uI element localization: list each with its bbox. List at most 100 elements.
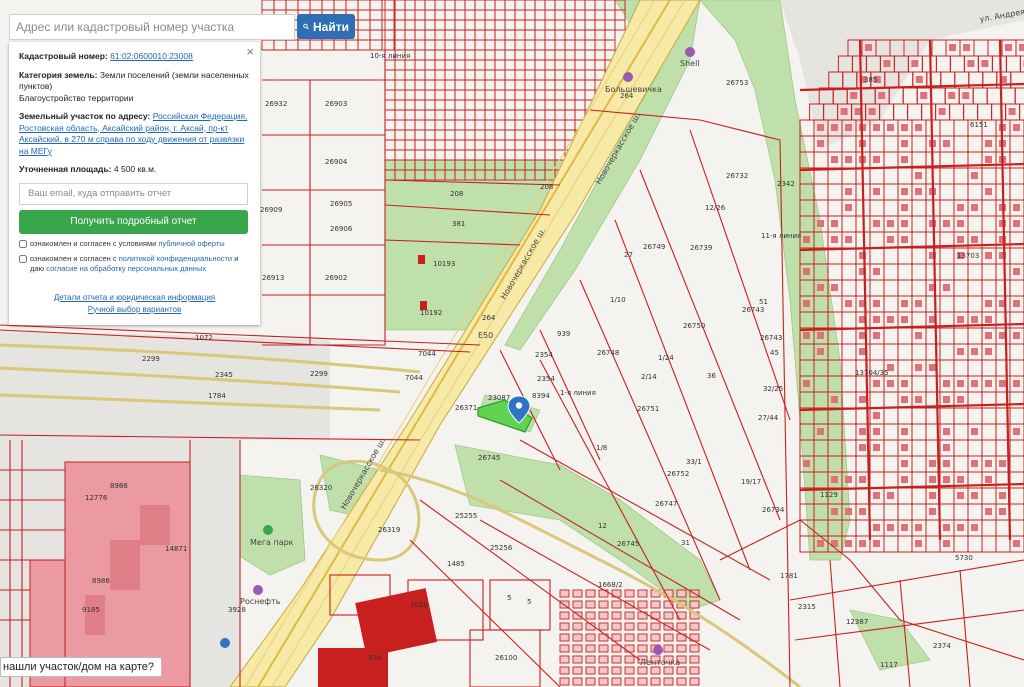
house-footprint bbox=[873, 188, 880, 195]
cadastral-number-link[interactable]: 61:02:0600010:23008 bbox=[110, 51, 193, 61]
house-footprint bbox=[873, 156, 880, 163]
house-footprint bbox=[859, 428, 866, 435]
parcel-number: 19/17 bbox=[741, 478, 761, 486]
house-footprint bbox=[845, 300, 852, 307]
consent-offer-checkbox[interactable] bbox=[19, 239, 27, 248]
parcel-number: 51 bbox=[759, 298, 768, 306]
house-footprint bbox=[845, 204, 852, 211]
parcel-number: 8394 bbox=[532, 392, 550, 400]
house-footprint bbox=[831, 396, 838, 403]
building-footprint bbox=[572, 655, 583, 664]
parcel-number: 9185 bbox=[82, 606, 100, 614]
building-footprint bbox=[572, 600, 583, 609]
parcel-number: 1-я линия bbox=[560, 389, 596, 397]
house-footprint bbox=[999, 460, 1006, 467]
house-footprint bbox=[929, 364, 936, 371]
house-footprint bbox=[901, 204, 908, 211]
house-footprint bbox=[985, 508, 992, 515]
building-footprint bbox=[598, 611, 609, 620]
parcel-number: 2/14 bbox=[641, 373, 657, 381]
email-field[interactable] bbox=[19, 182, 248, 205]
address-row: Земельный участок по адресу: Российская … bbox=[19, 111, 250, 157]
parcel-number: 26320 bbox=[310, 484, 332, 492]
house-footprint bbox=[831, 508, 838, 515]
building-footprint bbox=[650, 633, 661, 642]
land-category-label: Категория земель: bbox=[19, 69, 98, 80]
building-footprint bbox=[572, 677, 583, 686]
house-footprint bbox=[873, 524, 880, 531]
building-footprint bbox=[559, 666, 570, 675]
house-footprint bbox=[957, 204, 964, 211]
parcel-number: 26743 bbox=[760, 334, 782, 342]
house-footprint bbox=[1013, 428, 1020, 435]
house-footprint bbox=[999, 508, 1006, 515]
house-footprint bbox=[957, 316, 964, 323]
data-processing-link[interactable]: согласие на обработку персональных данны… bbox=[46, 264, 206, 273]
house-footprint bbox=[840, 108, 848, 115]
parcel-number: 10192 bbox=[420, 309, 442, 317]
house-footprint bbox=[873, 492, 880, 499]
found-on-map-bubble[interactable]: нашли участок/дом на карте? bbox=[0, 657, 162, 677]
poi-label: Большевичка bbox=[605, 85, 662, 94]
house-footprint bbox=[901, 236, 908, 243]
report-details-link[interactable]: Детали отчета и юридическая информация bbox=[54, 293, 215, 302]
house-footprint bbox=[943, 284, 950, 291]
house-footprint bbox=[943, 524, 950, 531]
search-input[interactable] bbox=[10, 15, 294, 39]
privacy-policy-link[interactable]: политикой конфиденциальности bbox=[119, 254, 232, 263]
building-footprint bbox=[663, 666, 674, 675]
parcel-number: 2315 bbox=[798, 603, 816, 611]
public-offer-link[interactable]: публичной оферты bbox=[158, 239, 224, 248]
parcel-number: 26904 bbox=[325, 158, 348, 166]
house-footprint bbox=[873, 444, 880, 451]
house-footprint bbox=[873, 380, 880, 387]
house-footprint bbox=[957, 476, 964, 483]
house-footprint bbox=[999, 492, 1006, 499]
panel-links: Детали отчета и юридическая информация Р… bbox=[19, 292, 250, 316]
park-icon bbox=[263, 525, 273, 535]
get-report-button[interactable]: Получить подробный отчет bbox=[19, 209, 248, 234]
shop-icon bbox=[653, 645, 663, 655]
house-footprint bbox=[911, 60, 919, 67]
house-footprint bbox=[845, 508, 852, 515]
building-footprint bbox=[611, 644, 622, 653]
building-footprint bbox=[559, 633, 570, 642]
house-footprint bbox=[1013, 540, 1020, 547]
house-footprint bbox=[971, 428, 978, 435]
house-footprint bbox=[1013, 220, 1020, 227]
house-footprint bbox=[985, 252, 992, 259]
parcel-number: 26749 bbox=[643, 243, 665, 251]
building-footprint bbox=[624, 622, 635, 631]
building-footprint bbox=[689, 600, 700, 609]
building-footprint bbox=[676, 644, 687, 653]
building-footprint bbox=[637, 677, 648, 686]
manual-selection-link[interactable]: Ручной выбор вариантов bbox=[88, 305, 181, 314]
parcel-number: 2342 bbox=[777, 180, 795, 188]
house-footprint bbox=[831, 156, 838, 163]
parcel-number: 25256 bbox=[490, 544, 513, 552]
parcel-number: 5 bbox=[527, 598, 531, 606]
building-footprint bbox=[572, 666, 583, 675]
building-footprint bbox=[624, 644, 635, 653]
parcel-number: 33/1 bbox=[686, 458, 702, 466]
consent-privacy-text: ознакомлен и согласен с bbox=[30, 253, 117, 263]
poi-label: Роснефть bbox=[240, 597, 281, 606]
house-footprint bbox=[963, 44, 970, 51]
house-footprint bbox=[868, 108, 876, 115]
building-footprint bbox=[572, 622, 583, 631]
parcel-number: 208 bbox=[540, 183, 553, 191]
consent-privacy-checkbox[interactable] bbox=[19, 254, 27, 263]
house-footprint bbox=[817, 124, 824, 131]
search-box[interactable] bbox=[9, 14, 295, 40]
search-button[interactable]: Найти bbox=[297, 14, 355, 39]
house-footprint bbox=[985, 140, 992, 147]
building-footprint bbox=[637, 589, 648, 598]
building-footprint bbox=[585, 589, 596, 598]
parcel-number: 10-я линия bbox=[370, 52, 410, 60]
building-footprint bbox=[572, 589, 583, 598]
house-footprint bbox=[817, 428, 824, 435]
house-footprint bbox=[845, 156, 852, 163]
house-footprint bbox=[971, 172, 978, 179]
house-footprint bbox=[873, 540, 880, 547]
close-icon[interactable]: × bbox=[246, 45, 254, 58]
